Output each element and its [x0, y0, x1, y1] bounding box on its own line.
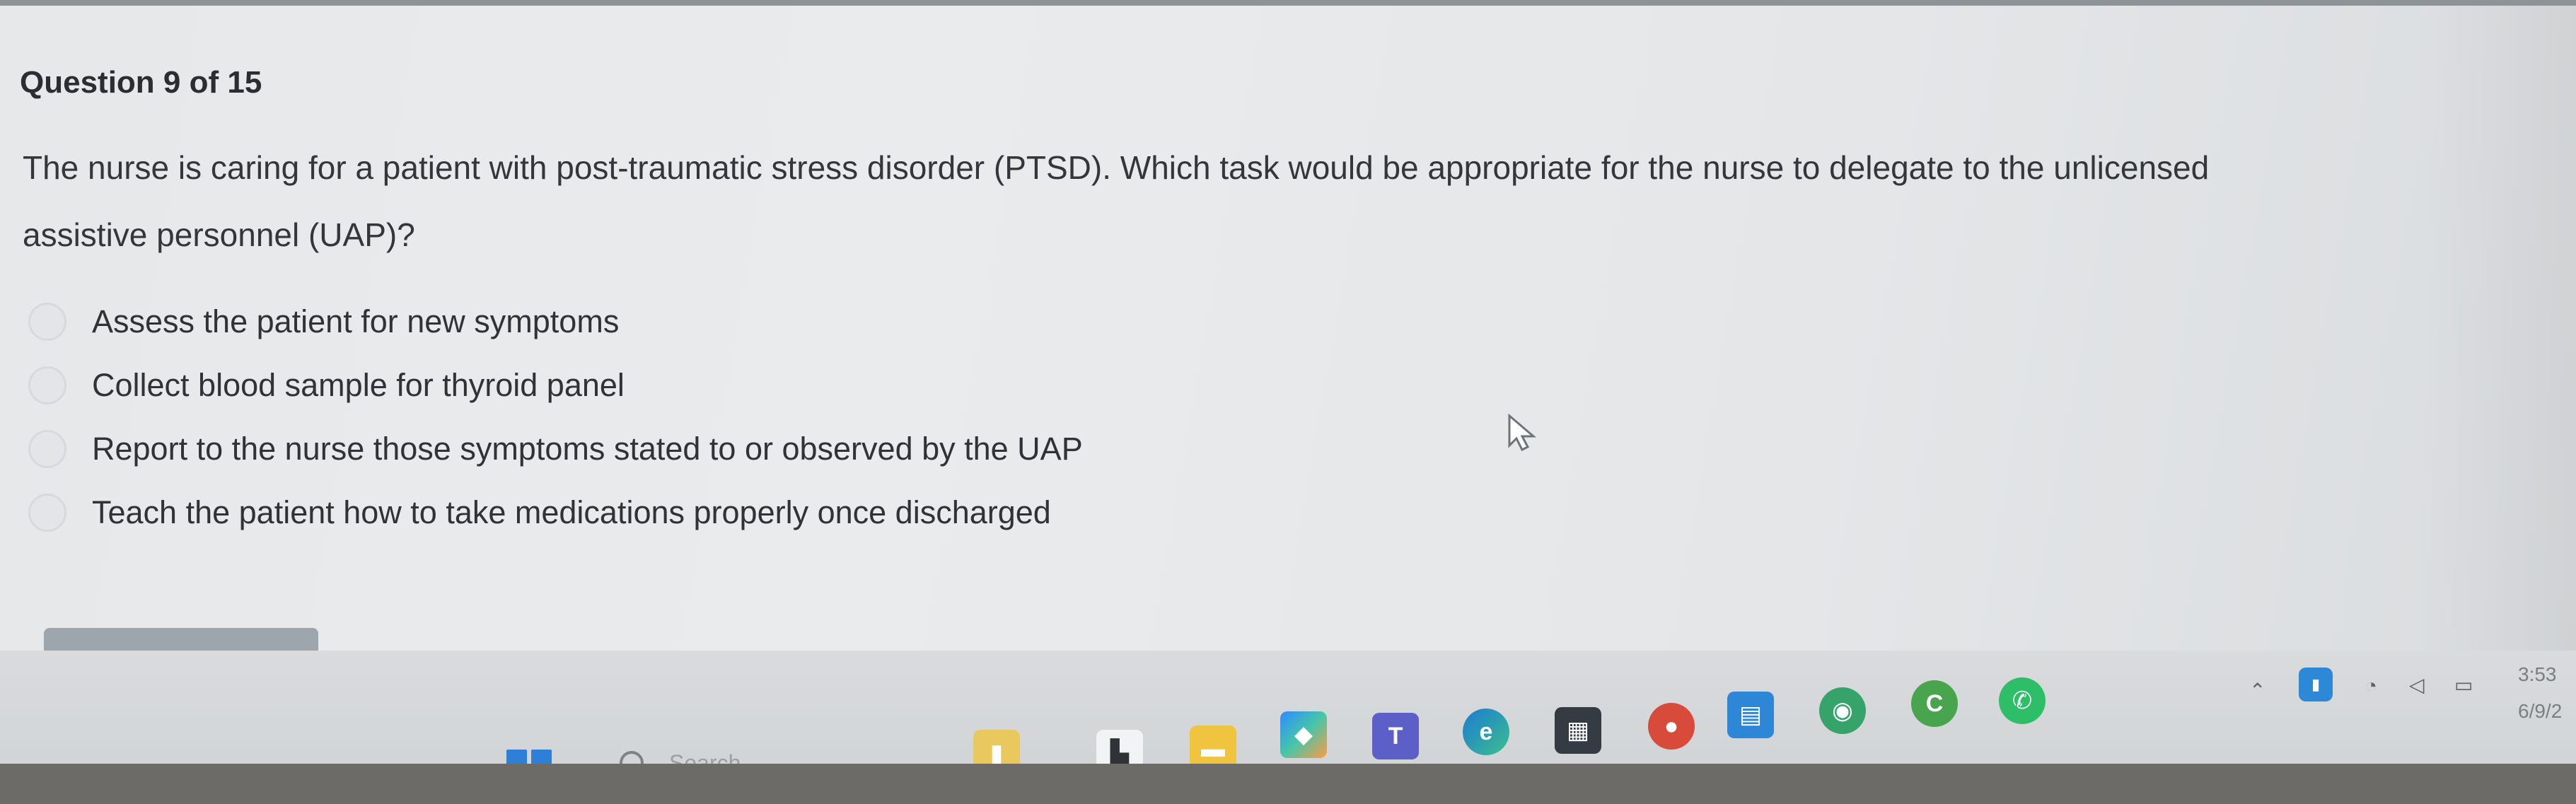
radio-button[interactable]	[28, 430, 66, 468]
chrome-profile-icon[interactable]: C	[1911, 680, 1958, 727]
wifi-icon[interactable]: ◔	[2365, 675, 2377, 697]
whatsapp-icon[interactable]: ✆	[1999, 677, 2046, 724]
question-text: The nurse is caring for a patient with p…	[23, 149, 2210, 253]
chrome-icon[interactable]: ●	[1648, 703, 1695, 750]
answer-option[interactable]: Collect blood sample for thyroid panel	[28, 354, 1083, 417]
clock-time: 3:53	[2518, 663, 2557, 685]
radio-button[interactable]	[28, 366, 66, 404]
question-counter: Question 9 of 15	[20, 65, 262, 100]
answer-label: Report to the nurse those symptoms state…	[92, 431, 1083, 467]
copilot-icon[interactable]: ◆	[1280, 711, 1327, 758]
teams-icon[interactable]: T	[1372, 713, 1419, 759]
app-icon[interactable]: ◉	[1819, 687, 1866, 734]
radio-button[interactable]	[28, 303, 66, 341]
answer-label: Collect blood sample for thyroid panel	[92, 367, 625, 403]
outlook-icon[interactable]: ▤	[1727, 692, 1774, 738]
clock-date: 6/9/2	[2518, 700, 2563, 722]
answer-label: Assess the patient for new symptoms	[92, 303, 620, 339]
app-tray-icon[interactable]: ▮	[2299, 668, 2333, 701]
volume-icon[interactable]: ◁	[2409, 673, 2425, 697]
screen-shadow	[2419, 0, 2576, 735]
answer-option[interactable]: Assess the patient for new symptoms	[28, 290, 1083, 354]
taskbar-bottom-edge	[0, 764, 2576, 804]
answer-option[interactable]: Teach the patient how to take medication…	[28, 481, 1083, 544]
answer-option[interactable]: Report to the nurse those symptoms state…	[28, 417, 1083, 481]
battery-icon[interactable]: ▭	[2454, 673, 2473, 697]
radio-button[interactable]	[28, 494, 66, 532]
store-icon[interactable]: ▦	[1555, 707, 1601, 754]
answer-label: Teach the patient how to take medication…	[92, 494, 1051, 530]
screen-top-border	[0, 0, 2576, 6]
system-clock[interactable]: 3:53 6/9/2	[2518, 656, 2562, 730]
chevron-up-icon[interactable]: ⌃	[2249, 679, 2265, 702]
answer-options: Assess the patient for new symptoms Coll…	[28, 290, 1083, 544]
edge-icon[interactable]: e	[1463, 709, 1509, 755]
